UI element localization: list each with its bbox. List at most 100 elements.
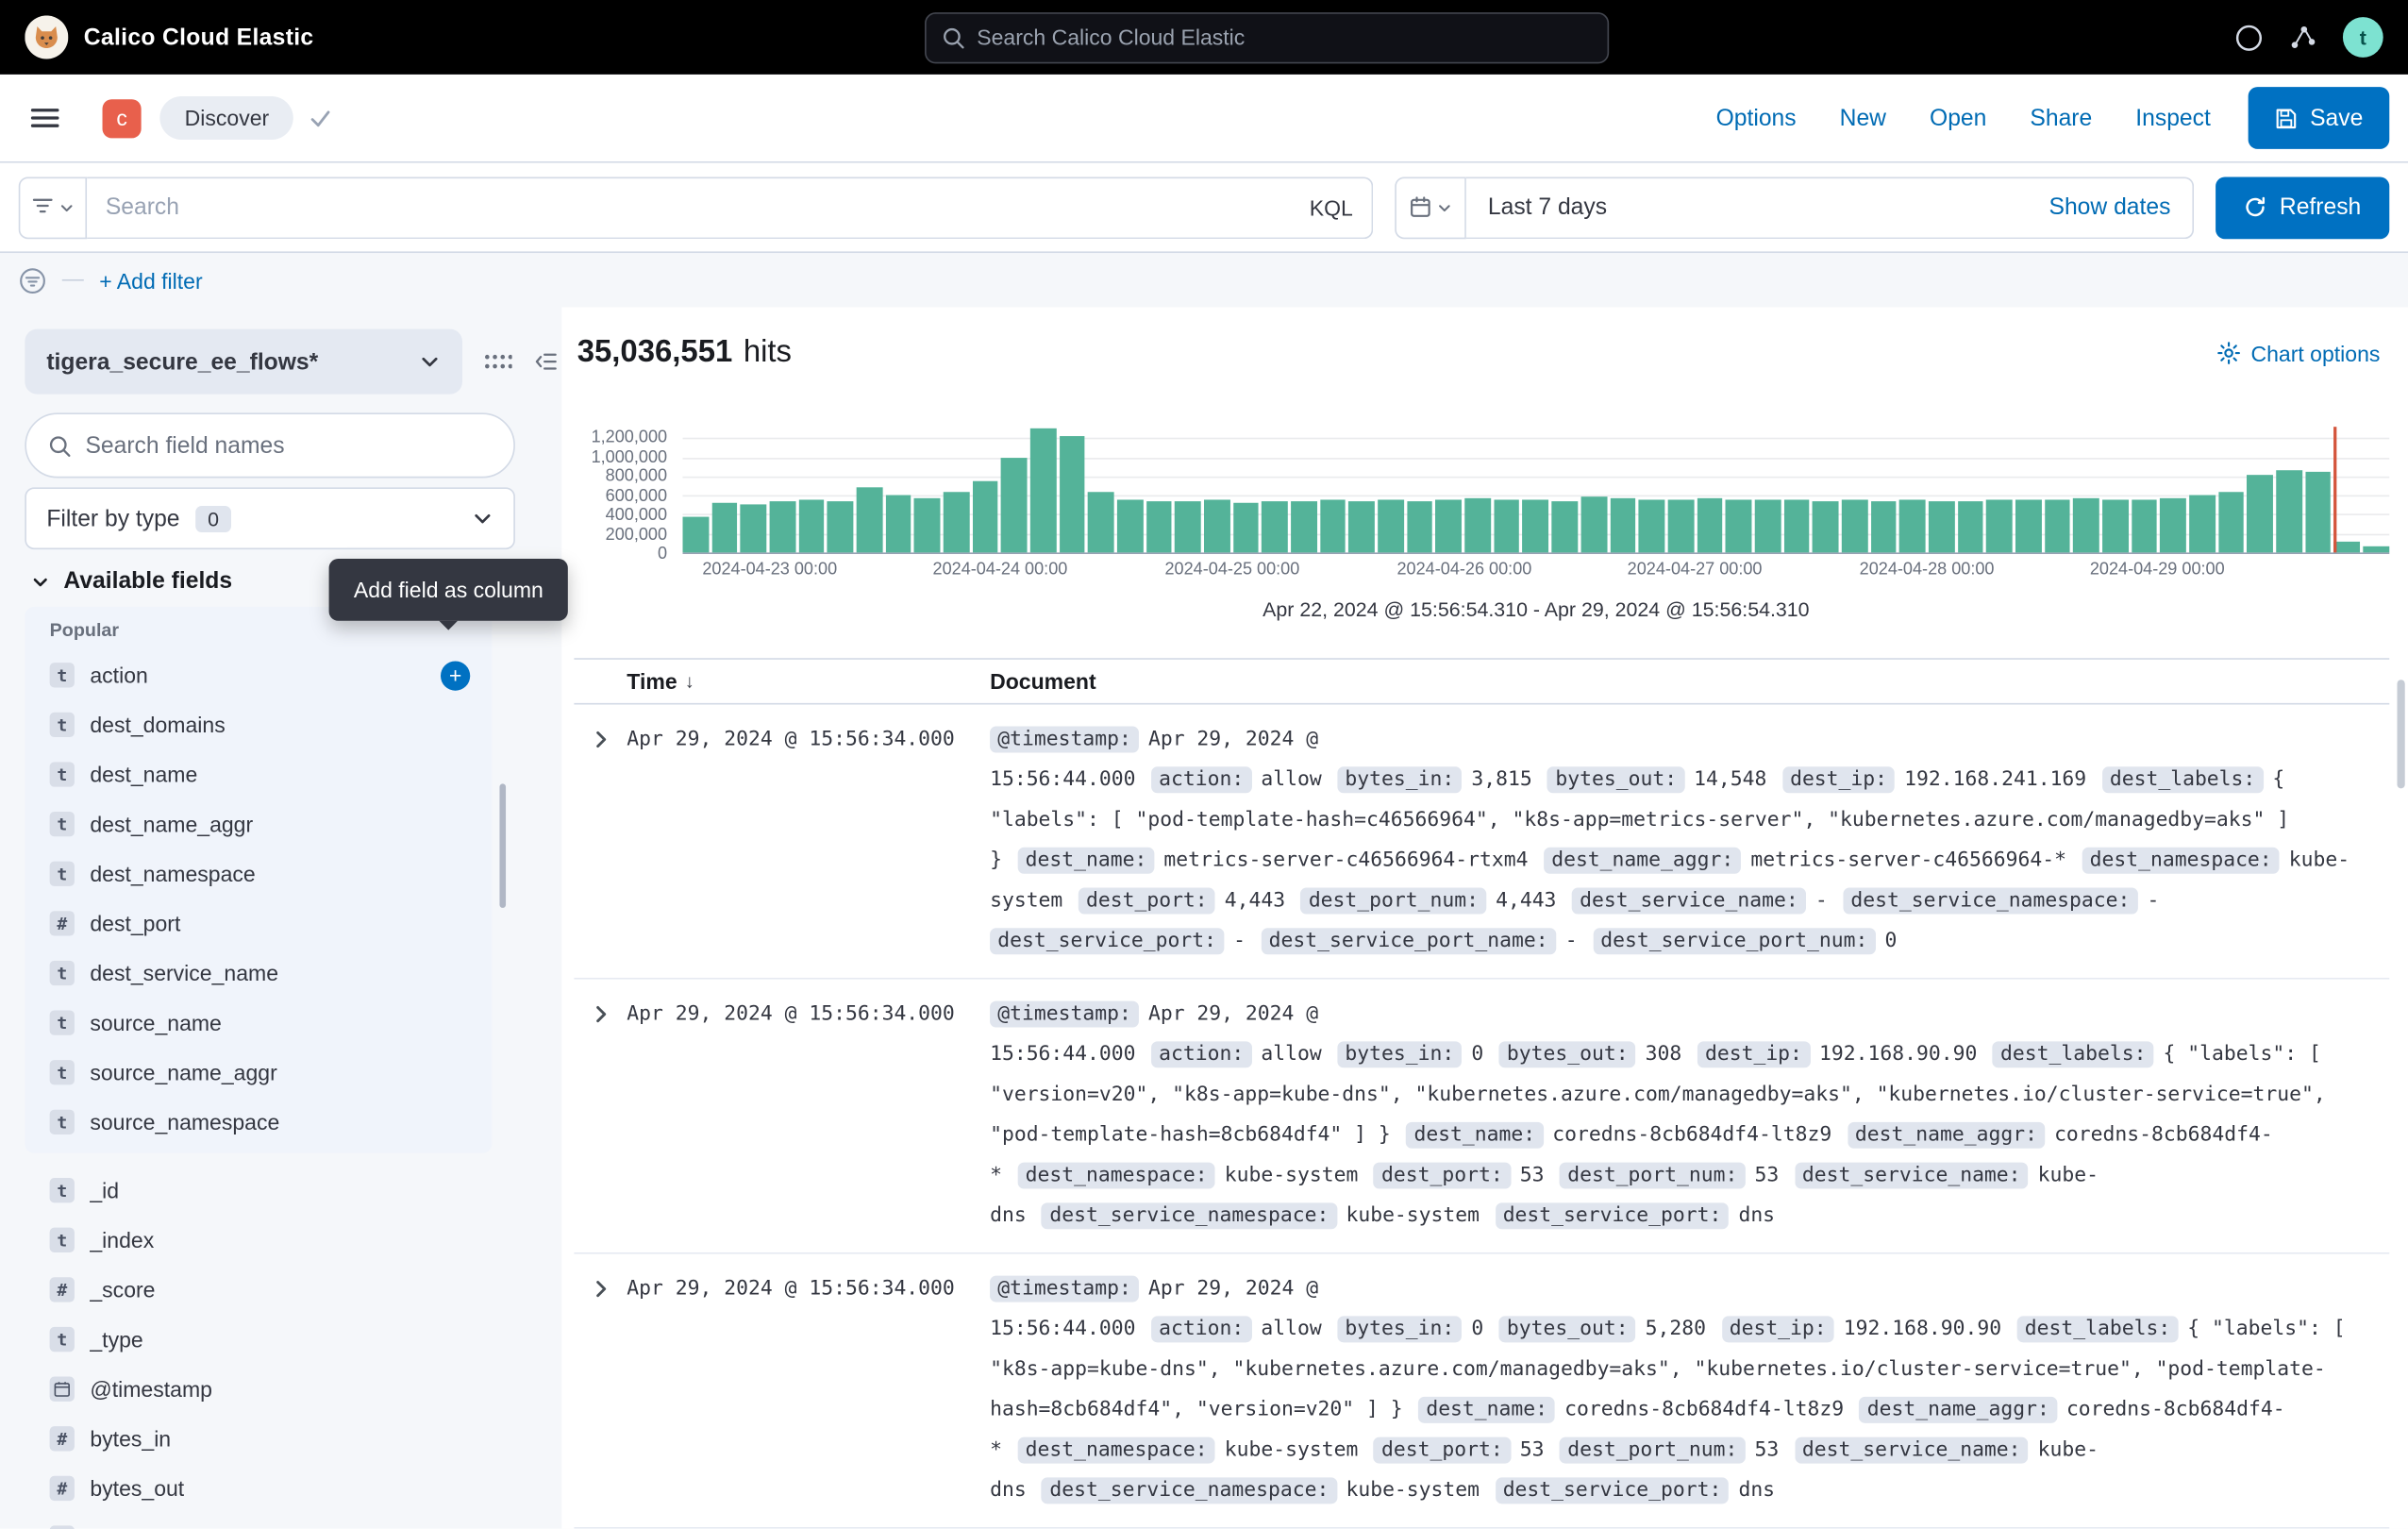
histogram-bar[interactable] bbox=[1899, 500, 1925, 552]
histogram-bar[interactable] bbox=[2218, 492, 2244, 553]
sort-descending-icon[interactable]: ↓ bbox=[685, 670, 694, 692]
histogram-bar[interactable] bbox=[2045, 499, 2070, 552]
histogram-bar[interactable] bbox=[1870, 501, 1896, 552]
global-search-input[interactable] bbox=[977, 25, 1591, 49]
time-range-display[interactable]: Last 7 days Show dates bbox=[1466, 176, 2194, 239]
field-item-bytes_out[interactable]: #bytes_out bbox=[25, 1464, 492, 1514]
histogram-bar[interactable] bbox=[1610, 498, 1635, 552]
histogram-bar[interactable] bbox=[2073, 498, 2099, 552]
expand-row-button[interactable] bbox=[591, 1004, 610, 1024]
histogram-bar[interactable] bbox=[2363, 546, 2388, 552]
histogram-bar[interactable] bbox=[798, 499, 824, 552]
expand-row-button[interactable] bbox=[591, 1279, 610, 1299]
field-item-bytes_in[interactable]: #bytes_in bbox=[25, 1414, 492, 1464]
toolbar-link-options[interactable]: Options bbox=[1716, 105, 1797, 131]
histogram-bar[interactable] bbox=[1001, 457, 1027, 552]
histogram-bar[interactable] bbox=[2132, 499, 2157, 552]
chart-options-button[interactable]: Chart options bbox=[2216, 341, 2380, 365]
sidebar-scrollbar[interactable] bbox=[499, 783, 506, 908]
field-search-input[interactable] bbox=[85, 432, 492, 459]
field-item-_score[interactable]: #_score bbox=[25, 1265, 492, 1315]
field-item-dest_name_aggr[interactable]: tdest_name_aggr bbox=[25, 799, 492, 849]
histogram-bar[interactable] bbox=[1436, 500, 1462, 552]
histogram-bar[interactable] bbox=[1494, 500, 1519, 552]
histogram-bar[interactable] bbox=[1552, 500, 1578, 552]
menu-icon[interactable] bbox=[19, 93, 72, 143]
histogram-bar[interactable] bbox=[1378, 499, 1403, 552]
histogram-bar[interactable] bbox=[2189, 496, 2215, 553]
field-item-_id[interactable]: t_id bbox=[25, 1166, 492, 1216]
histogram-bar[interactable] bbox=[1813, 500, 1838, 552]
histogram-bar[interactable] bbox=[944, 492, 969, 553]
histogram-bar[interactable] bbox=[1349, 500, 1375, 552]
show-dates-link[interactable]: Show dates bbox=[2049, 194, 2171, 221]
time-column-header[interactable]: Time ↓ bbox=[627, 669, 990, 694]
toolbar-link-inspect[interactable]: Inspect bbox=[2135, 105, 2211, 131]
field-item-source_name_aggr[interactable]: tsource_name_aggr bbox=[25, 1048, 492, 1098]
expand-row-button[interactable] bbox=[591, 730, 610, 749]
histogram-bar[interactable] bbox=[741, 505, 766, 552]
histogram-bar[interactable] bbox=[1580, 496, 1606, 552]
index-pattern-selector[interactable]: tigera_secure_ee_flows* bbox=[25, 329, 462, 395]
field-item-dest_port[interactable]: #dest_port bbox=[25, 899, 492, 949]
histogram-bar[interactable] bbox=[2015, 499, 2041, 552]
histogram-bar[interactable] bbox=[1204, 500, 1229, 552]
cluster-icon[interactable] bbox=[2288, 23, 2317, 52]
histogram-bar[interactable] bbox=[2305, 473, 2331, 553]
histogram-bar[interactable] bbox=[2276, 470, 2301, 553]
field-item-_type[interactable]: t_type bbox=[25, 1315, 492, 1365]
global-search[interactable] bbox=[924, 11, 1608, 62]
field-item-_index[interactable]: t_index bbox=[25, 1216, 492, 1266]
histogram-bar[interactable] bbox=[1030, 428, 1056, 552]
histogram-bar[interactable] bbox=[1755, 500, 1781, 552]
histogram-bar[interactable] bbox=[1523, 499, 1548, 552]
field-item-dest_name[interactable]: tdest_name bbox=[25, 749, 492, 799]
histogram-bar[interactable] bbox=[2334, 541, 2360, 552]
add-field-as-column-button[interactable]: + bbox=[441, 661, 470, 690]
histogram-bar[interactable] bbox=[973, 480, 998, 552]
field-item-source_name[interactable]: tsource_name bbox=[25, 998, 492, 1048]
histogram-bar[interactable] bbox=[1957, 501, 1982, 552]
calendar-button[interactable] bbox=[1395, 176, 1466, 239]
field-item-@timestamp[interactable]: @timestamp bbox=[25, 1364, 492, 1414]
histogram-bar[interactable] bbox=[1464, 498, 1490, 552]
histogram-bar[interactable] bbox=[914, 498, 940, 552]
help-icon[interactable] bbox=[2234, 23, 2264, 52]
histogram-bar[interactable] bbox=[770, 500, 795, 552]
query-input[interactable] bbox=[106, 194, 1295, 221]
histogram-bar[interactable] bbox=[1697, 498, 1722, 552]
field-item-dest_ip[interactable]: IPdest_ip bbox=[25, 1513, 492, 1529]
table-scrollbar[interactable] bbox=[2397, 680, 2404, 788]
field-item-source_namespace[interactable]: tsource_namespace bbox=[25, 1098, 492, 1148]
histogram-bar[interactable] bbox=[1726, 499, 1751, 552]
field-item-dest_service_name[interactable]: tdest_service_name bbox=[25, 949, 492, 999]
histogram-bar[interactable] bbox=[1667, 499, 1693, 552]
histogram-bar[interactable] bbox=[828, 501, 853, 552]
filter-icon[interactable] bbox=[19, 266, 47, 294]
histogram-bar[interactable] bbox=[711, 503, 737, 552]
histogram-bar[interactable] bbox=[1842, 499, 1867, 552]
kql-button[interactable]: KQL bbox=[1310, 194, 1353, 219]
toolbar-link-open[interactable]: Open bbox=[1930, 105, 1986, 131]
histogram-bar[interactable] bbox=[1175, 501, 1200, 552]
field-item-dest_domains[interactable]: tdest_domains bbox=[25, 700, 492, 750]
histogram-bar[interactable] bbox=[1407, 501, 1432, 552]
add-filter-link[interactable]: + Add filter bbox=[99, 268, 202, 293]
histogram-bar[interactable] bbox=[2160, 498, 2185, 553]
breadcrumb[interactable]: Discover bbox=[159, 96, 293, 140]
histogram-bar[interactable] bbox=[683, 516, 709, 552]
histogram-bar[interactable] bbox=[1320, 499, 1346, 552]
histogram-bar[interactable] bbox=[1060, 435, 1085, 552]
histogram-bar[interactable] bbox=[1117, 499, 1143, 552]
histogram-bar[interactable] bbox=[1263, 500, 1288, 552]
toolbar-link-new[interactable]: New bbox=[1840, 105, 1886, 131]
histogram-bar[interactable] bbox=[1291, 501, 1316, 552]
histogram-bar[interactable] bbox=[1639, 500, 1664, 552]
histogram-bar[interactable] bbox=[1986, 500, 2012, 552]
grid-icon[interactable] bbox=[484, 352, 512, 371]
histogram-bar[interactable] bbox=[1233, 502, 1259, 552]
collapse-sidebar-icon[interactable] bbox=[534, 349, 559, 374]
space-avatar[interactable]: c bbox=[103, 98, 142, 137]
saved-query-menu-button[interactable] bbox=[19, 176, 87, 239]
histogram-bar[interactable] bbox=[885, 495, 911, 553]
